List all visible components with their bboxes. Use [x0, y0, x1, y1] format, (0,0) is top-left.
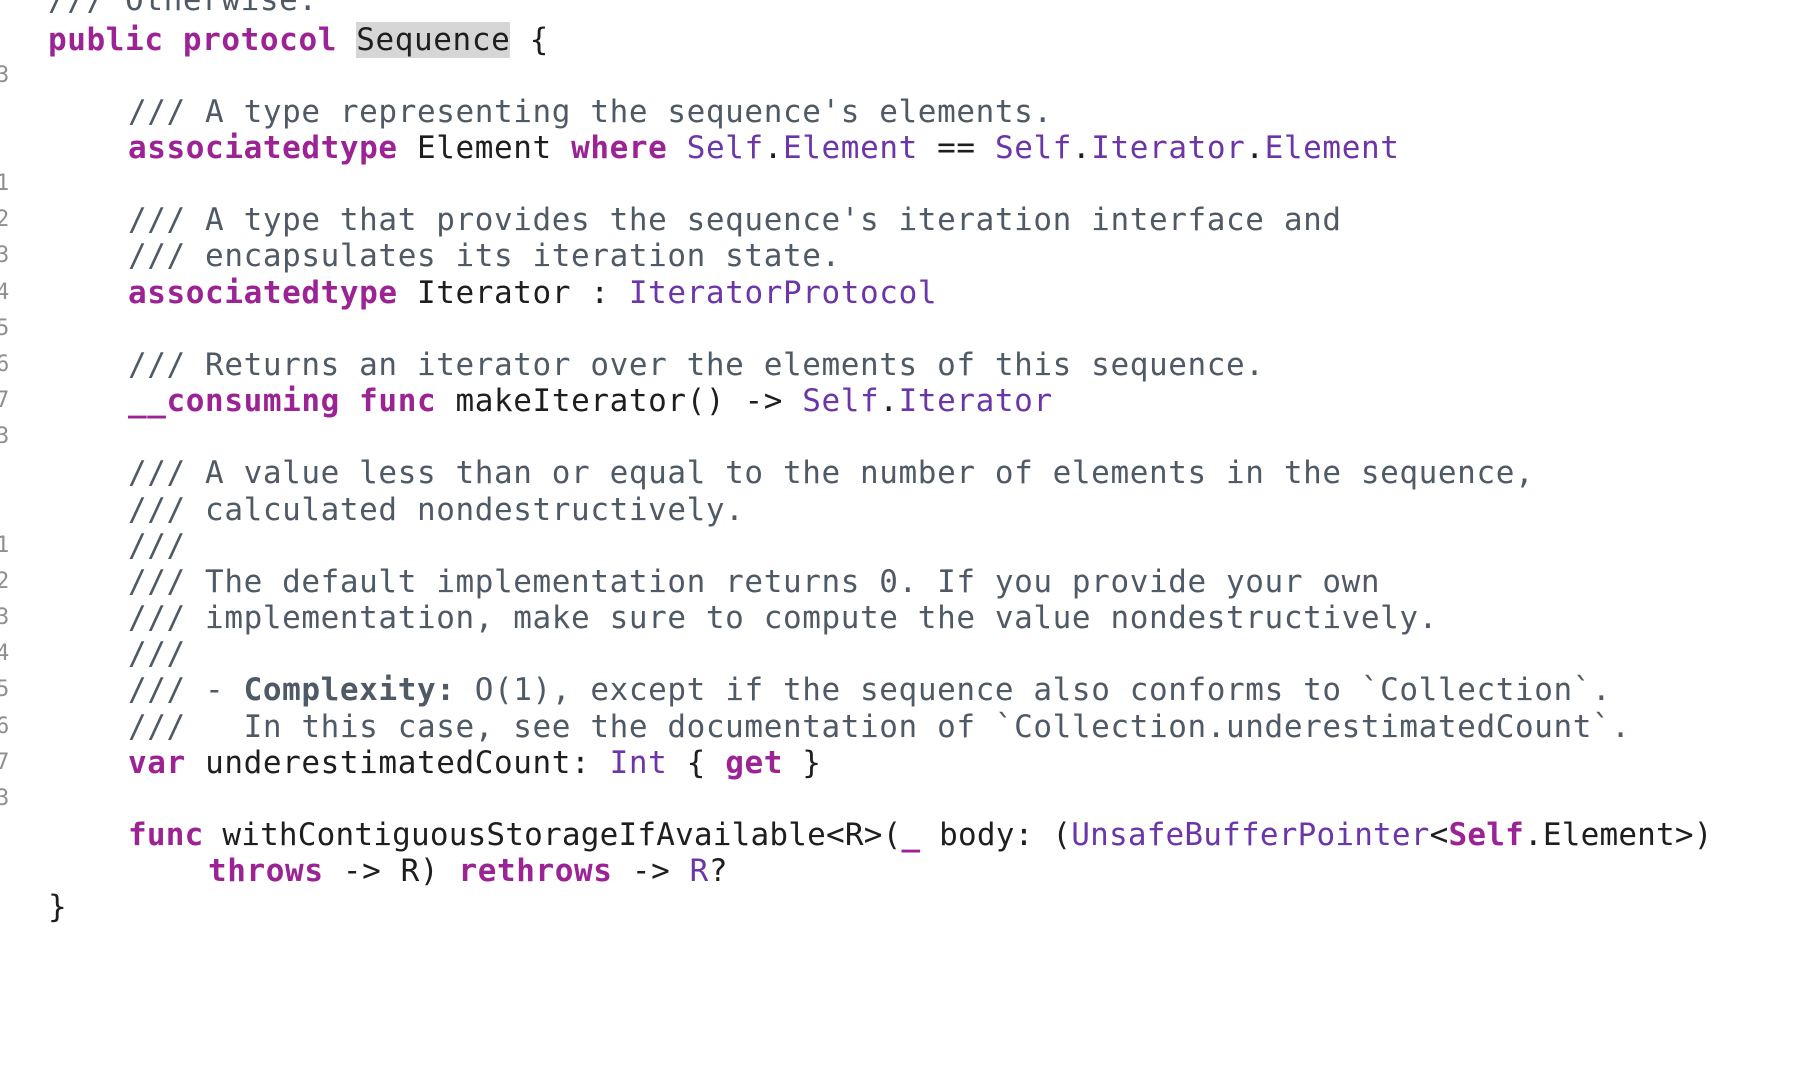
code-line-comment: /// calculated nondestructively.	[128, 492, 745, 528]
code-editor[interactable]: 3 1 2 3 4 5 6 7 3 1 2 3 4 5 6 7 3 /// Ot…	[0, 0, 1818, 1078]
code-line-throws-rethrows: throws -> R) rethrows -> R?	[208, 853, 729, 889]
line-number: 5	[0, 677, 10, 702]
code-line-comment: /// encapsulates its iteration state.	[128, 238, 841, 274]
code-line-comment: /// A value less than or equal to the nu…	[128, 455, 1535, 491]
code-line-comment-complexity: /// - Complexity: O(1), except if the se…	[128, 672, 1612, 708]
line-number-gutter: 3 1 2 3 4 5 6 7 3 1 2 3 4 5 6 7 3	[0, 0, 14, 1078]
code-line-underestimated-count: var underestimatedCount: Int { get }	[128, 745, 822, 781]
code-line-associatedtype-element: associatedtype Element where Self.Elemen…	[128, 130, 1400, 166]
line-number: 3	[0, 63, 10, 88]
keyword-protocol: protocol	[182, 22, 337, 58]
code-line-clipped-comment: /// Otherwise.	[48, 0, 318, 18]
open-brace: {	[529, 22, 549, 58]
selected-identifier-sequence[interactable]: Sequence	[356, 22, 511, 58]
code-line-associatedtype-iterator: associatedtype Iterator : IteratorProtoc…	[128, 275, 938, 311]
code-line-make-iterator: __consuming func makeIterator() -> Self.…	[128, 383, 1053, 419]
line-number: 3	[0, 424, 10, 449]
line-number: 3	[0, 786, 10, 811]
code-line-protocol-declaration: public protocol Sequence {	[48, 19, 549, 61]
keyword-public: public	[48, 22, 164, 58]
code-text-area[interactable]: /// Otherwise. public protocol Sequence …	[48, 0, 1818, 1078]
line-number: 3	[0, 243, 10, 268]
code-line-comment: /// implementation, make sure to compute…	[128, 600, 1438, 636]
code-line-close-brace: }	[48, 889, 68, 925]
